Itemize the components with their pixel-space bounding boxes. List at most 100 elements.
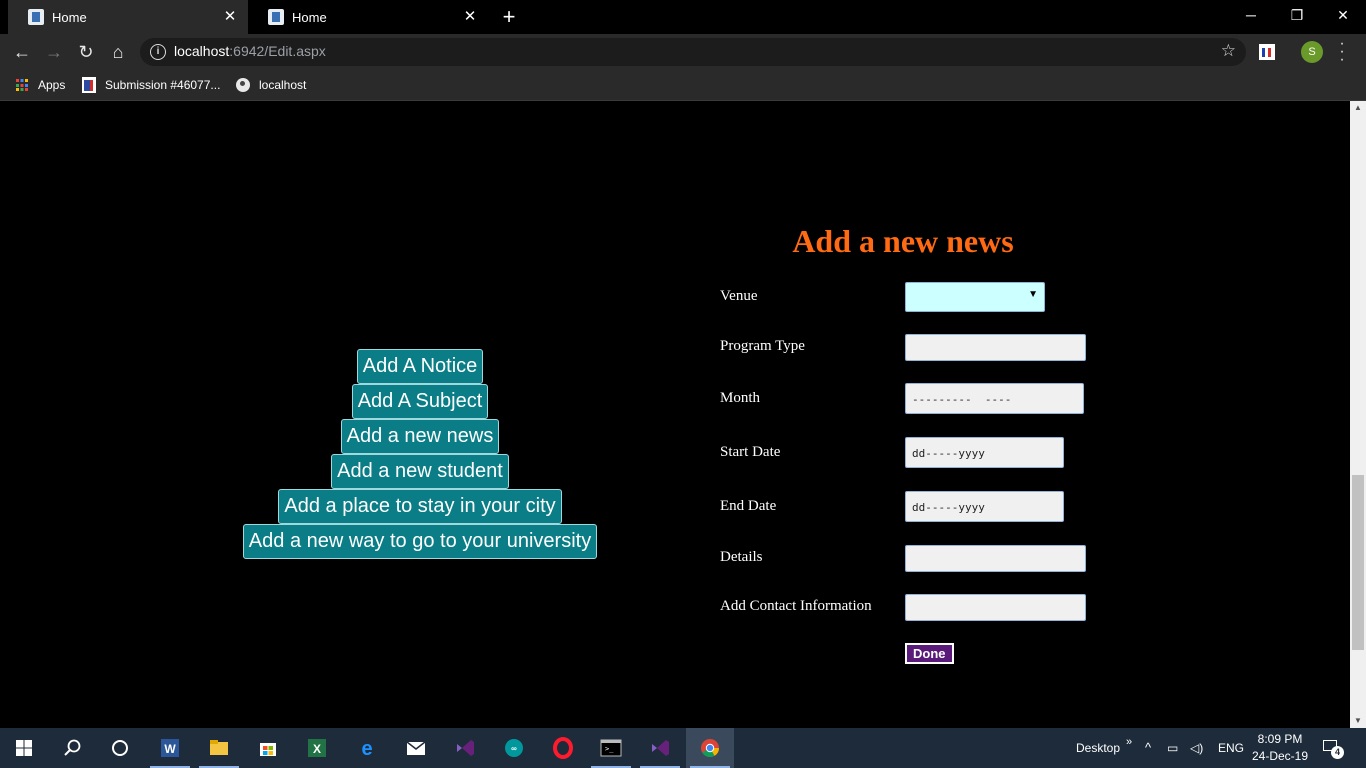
avatar[interactable]: S [1301, 41, 1323, 63]
bookmark-localhost[interactable]: localhost [236, 70, 306, 100]
close-icon[interactable]: ✕ [222, 9, 238, 25]
details-label: Details [720, 549, 763, 565]
venue-select[interactable]: ▼ [905, 282, 1045, 312]
search-icon [64, 739, 81, 756]
month-input[interactable]: --------- ---- [905, 383, 1084, 414]
add-student-button[interactable]: Add a new student [331, 454, 509, 489]
search-button[interactable] [48, 728, 96, 768]
menu-icon[interactable]: · · · [1334, 36, 1350, 68]
bookmark-apps[interactable]: Apps [16, 70, 65, 100]
chrome-icon [701, 739, 719, 758]
taskbar-visual-studio-2[interactable] [636, 728, 684, 768]
add-notice-button[interactable]: Add A Notice [356, 349, 484, 384]
new-tab-button[interactable]: + [497, 5, 521, 29]
month-label: Month [720, 390, 761, 406]
restore-button[interactable]: ❐ [1274, 0, 1320, 30]
forward-icon[interactable]: → [41, 39, 67, 65]
svg-text:X: X [313, 742, 321, 756]
close-icon[interactable]: ✕ [462, 9, 478, 25]
taskbar-excel[interactable]: X [293, 728, 341, 768]
done-button[interactable]: Done [905, 643, 954, 664]
info-icon[interactable]: i [150, 44, 166, 60]
reload-icon[interactable]: ↻ [73, 39, 99, 65]
terminal-icon: >_ [600, 739, 622, 757]
taskbar-visual-studio[interactable] [441, 728, 489, 768]
svg-text:W: W [164, 742, 176, 756]
clock[interactable]: 8:09 PM 24-Dec-19 [1246, 731, 1314, 765]
url-host: localhost [174, 43, 230, 59]
page-icon [28, 9, 44, 25]
end-date-input[interactable]: dd-----yyyy [905, 491, 1064, 522]
apps-grid-icon [16, 79, 28, 91]
address-bar[interactable]: i localhost:6942/Edit.aspx ☆ [140, 38, 1246, 66]
svg-text:>_: >_ [605, 745, 614, 753]
minimize-button[interactable]: ─ [1228, 0, 1274, 30]
add-news-button[interactable]: Add a new news [340, 419, 500, 454]
mail-icon [406, 741, 426, 755]
contact-input[interactable] [905, 594, 1086, 621]
edge-icon: e [361, 738, 372, 759]
arduino-icon: ∞ [505, 739, 523, 757]
details-input[interactable] [905, 545, 1086, 572]
tab-home-1[interactable]: Home ✕ [8, 0, 248, 34]
volume-icon[interactable]: ◁) [1190, 728, 1203, 768]
contact-label: Add Contact Information [720, 598, 872, 614]
battery-icon[interactable]: ▭ [1167, 728, 1178, 768]
start-icon [16, 740, 32, 756]
taskbar-file-explorer[interactable] [195, 728, 243, 768]
taskbar-arduino[interactable]: ∞ [490, 728, 538, 768]
clock-time: 8:09 PM [1257, 732, 1303, 746]
scroll-down-icon[interactable]: ▼ [1350, 714, 1366, 728]
taskbar-terminal[interactable]: >_ [587, 728, 635, 768]
venue-label: Venue [720, 288, 758, 304]
home-icon[interactable]: ⌂ [105, 39, 131, 65]
notification-count: 4 [1331, 746, 1344, 759]
taskbar-opera[interactable] [539, 728, 587, 768]
clock-date: 24-Dec-19 [1251, 749, 1309, 763]
submission-icon [82, 77, 96, 93]
back-icon[interactable]: ← [9, 39, 35, 65]
tab-home-2[interactable]: Home ✕ [248, 0, 488, 34]
taskbar-store[interactable] [244, 728, 292, 768]
add-route-button[interactable]: Add a new way to go to your university [242, 524, 598, 559]
bookmark-label: Submission #46077... [105, 78, 221, 92]
bookmark-label: localhost [259, 78, 307, 92]
star-icon[interactable]: ☆ [1221, 41, 1236, 61]
start-button[interactable] [0, 728, 48, 768]
desktop-toolbar-label[interactable]: Desktop [1076, 728, 1120, 768]
chevron-down-icon: ▼ [1028, 289, 1038, 300]
cortana-icon [112, 740, 128, 756]
tab-title: Home [52, 9, 87, 25]
scroll-thumb[interactable] [1352, 475, 1364, 650]
add-stay-button[interactable]: Add a place to stay in your city [278, 489, 562, 524]
program-type-input[interactable] [905, 334, 1086, 361]
opera-icon [553, 737, 573, 759]
taskbar-chrome[interactable] [686, 728, 734, 768]
end-date-label: End Date [720, 498, 777, 514]
chevron-up-icon[interactable]: ^ [1145, 728, 1151, 768]
admin-button-list: Add A Notice Add A Subject Add a new new… [0, 349, 840, 559]
notification-icon[interactable]: 4 [1322, 738, 1344, 759]
page-scrollbar[interactable]: ▲ ▼ [1350, 101, 1366, 728]
bookmark-submission[interactable]: Submission #46077... [82, 70, 220, 100]
tab-title: Home [292, 9, 327, 25]
start-date-input[interactable]: dd-----yyyy [905, 437, 1064, 468]
chevron-right-icon[interactable]: » [1126, 722, 1132, 762]
taskbar-edge[interactable]: e [343, 728, 391, 768]
language-indicator[interactable]: ENG [1218, 728, 1244, 768]
add-subject-button[interactable]: Add A Subject [351, 384, 489, 419]
program-type-label: Program Type [720, 338, 805, 354]
taskbar-word[interactable]: W [146, 728, 194, 768]
visual-studio-2-icon [652, 740, 669, 756]
taskbar-mail[interactable] [392, 728, 440, 768]
file-explorer-icon [210, 740, 228, 755]
close-window-button[interactable]: ✕ [1320, 0, 1366, 30]
cortana-button[interactable] [96, 728, 144, 768]
svg-text:∞: ∞ [511, 744, 517, 753]
browser-toolbar: ← → ↻ ⌂ i localhost:6942/Edit.aspx ☆ [0, 34, 1366, 70]
extension-icon[interactable] [1259, 44, 1275, 60]
page-content: Add A Notice Add A Subject Add a new new… [0, 101, 1350, 728]
start-date-label: Start Date [720, 444, 781, 460]
scroll-up-icon[interactable]: ▲ [1350, 101, 1366, 115]
page-icon [268, 9, 284, 25]
